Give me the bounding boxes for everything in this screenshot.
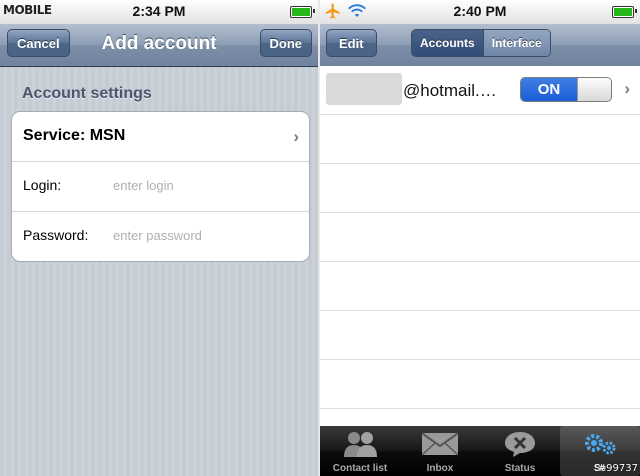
divider — [320, 114, 640, 115]
divider — [320, 212, 640, 213]
list-item[interactable]: @hotmail.… ON › — [320, 66, 640, 114]
segment-interface[interactable]: Interface — [482, 30, 550, 56]
password-input[interactable]: enter password — [113, 228, 202, 243]
accounts-list: @hotmail.… ON › — [320, 66, 640, 426]
login-label: Login: — [23, 177, 62, 193]
segmented-control: Accounts Interface — [411, 29, 551, 57]
chevron-right-icon: › — [624, 79, 630, 98]
divider — [320, 261, 640, 262]
nav-bar: Edit Accounts Interface — [320, 24, 640, 67]
status-time: 2:40 PM — [453, 3, 507, 19]
battery-icon — [290, 6, 315, 18]
divider — [320, 163, 640, 164]
status-bar: MOBILE 2:34 PM — [0, 0, 318, 25]
section-header: Account settings — [22, 85, 152, 102]
tab-label: Status — [504, 463, 536, 474]
account-toggle[interactable]: ON — [520, 77, 612, 102]
service-row[interactable]: Service: MSN › — [12, 112, 309, 162]
battery-icon — [612, 6, 637, 18]
password-row[interactable]: Password: enter password — [12, 212, 309, 261]
done-button[interactable]: Done — [259, 29, 312, 57]
chevron-right-icon: › — [293, 127, 299, 146]
account-settings-group: Service: MSN › Login: enter login Passwo… — [11, 111, 310, 262]
settings-background: Account settings Service: MSN › Login: e… — [0, 67, 318, 476]
toggle-on-label: ON — [521, 78, 577, 101]
divider — [320, 310, 640, 311]
tab-inbox[interactable]: Inbox — [400, 426, 480, 476]
settings-icon — [560, 430, 640, 458]
nav-bar: Cancel Add account Done — [0, 24, 318, 67]
login-row[interactable]: Login: enter login — [12, 162, 309, 212]
divider — [320, 359, 640, 360]
accounts-screen: 2:40 PM Edit Accounts Interface @hotmail… — [320, 0, 640, 476]
login-input[interactable]: enter login — [113, 178, 174, 193]
contacts-icon — [320, 430, 400, 458]
add-account-screen: MOBILE 2:34 PM Cancel Add account Done A… — [0, 0, 318, 476]
watermark: #99737 — [597, 463, 638, 474]
service-label: Service: MSN — [23, 127, 126, 144]
divider — [320, 408, 640, 409]
tab-bar: Contact list Inbox Status Se #99737 — [320, 426, 640, 476]
tab-label: Inbox — [426, 463, 454, 474]
tab-contact-list[interactable]: Contact list — [320, 426, 400, 476]
inbox-icon — [400, 430, 480, 458]
status-icon — [480, 430, 560, 458]
account-email: @hotmail.… — [403, 81, 497, 100]
password-label: Password: — [23, 227, 89, 243]
status-bar: 2:40 PM — [320, 0, 640, 25]
edit-button[interactable]: Edit — [326, 29, 377, 57]
redacted-username — [326, 73, 402, 105]
tab-label: Contact list — [332, 463, 388, 474]
status-time: 2:34 PM — [132, 3, 186, 19]
toggle-knob[interactable] — [577, 78, 611, 101]
segment-accounts[interactable]: Accounts — [412, 30, 483, 56]
tab-status[interactable]: Status — [480, 426, 560, 476]
